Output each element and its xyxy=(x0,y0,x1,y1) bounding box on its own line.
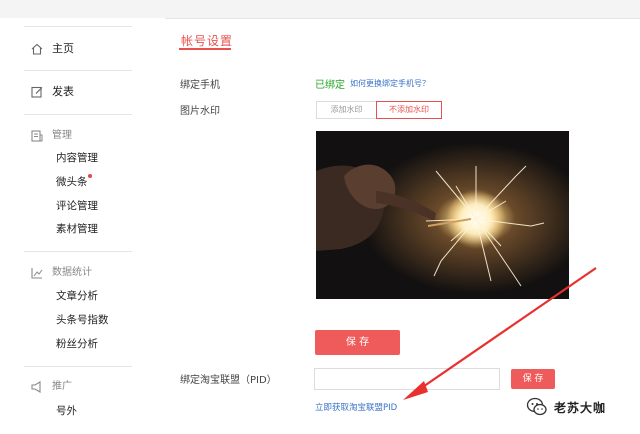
account-name: 老苏大咖 xyxy=(554,400,607,415)
wechat-logo-icon xyxy=(526,397,547,416)
annotation-arrow xyxy=(403,267,597,400)
wechat-watermark: 老苏大咖 xyxy=(526,396,606,418)
